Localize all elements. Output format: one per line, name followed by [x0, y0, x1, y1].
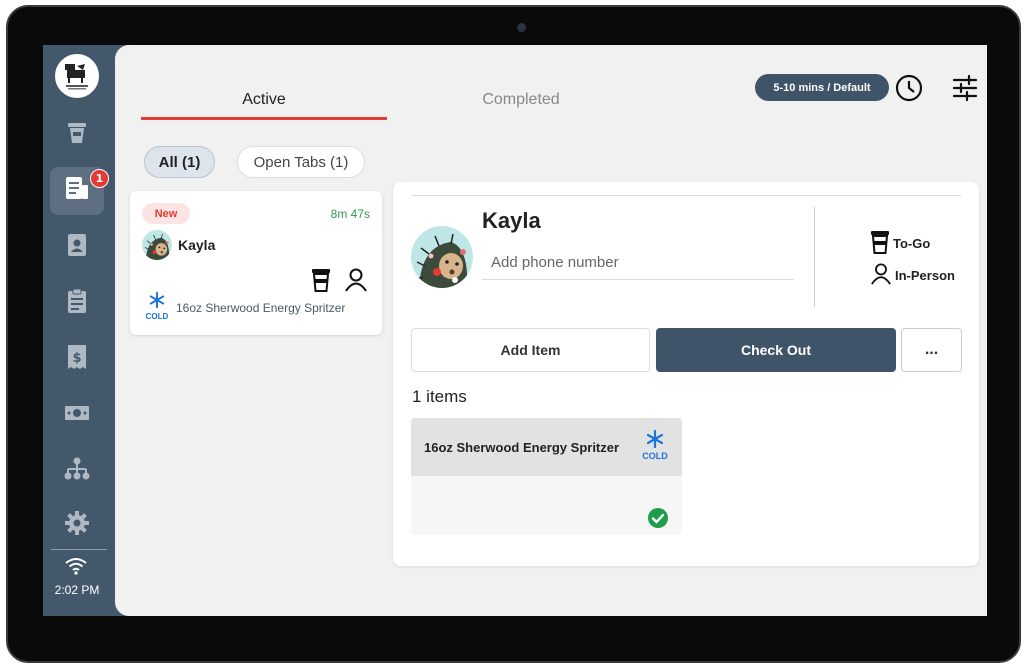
orders-badge: 1 — [90, 169, 109, 188]
sidebar-item-customers[interactable] — [50, 223, 104, 271]
order-item-text: 16oz Sherwood Energy Spritzer — [176, 301, 346, 315]
customer-avatar — [411, 226, 473, 288]
tab-completed[interactable]: Completed — [398, 91, 644, 109]
filter-all-chip[interactable]: All (1) — [144, 146, 215, 178]
to-go-label: To-Go — [893, 236, 931, 251]
sidebar-item-cash[interactable] — [50, 391, 104, 439]
sidebar: 1 $ 2:02 PM — [43, 45, 115, 616]
eta-pill[interactable]: 5-10 mins / Default — [755, 74, 889, 101]
store-logo[interactable] — [55, 54, 99, 98]
person-icon — [870, 262, 892, 289]
sidebar-divider — [51, 549, 107, 550]
screen: 1 $ 2:02 PM Active Completed 5-10 mins /… — [43, 45, 987, 616]
vertical-divider — [814, 207, 815, 307]
add-item-button[interactable]: Add Item — [411, 328, 650, 372]
item-name: 16oz Sherwood Energy Spritzer — [424, 440, 620, 455]
hierarchy-icon — [64, 457, 90, 485]
order-detail-panel: Kayla To-Go In-Person Add Item Check Out… — [393, 182, 979, 566]
snowflake-icon — [144, 291, 170, 312]
clock-icon[interactable] — [894, 73, 924, 107]
order-item-tile[interactable]: 16oz Sherwood Energy Spritzer COLD — [411, 418, 682, 535]
sliders-icon[interactable] — [952, 74, 978, 106]
camera-dot — [517, 23, 526, 32]
items-count: 1 items — [412, 387, 467, 406]
contact-card-icon — [67, 233, 87, 261]
elapsed-time: 8m 47s — [330, 207, 370, 221]
status-badge: New — [142, 203, 190, 224]
order-mode-to-go[interactable]: To-Go — [870, 230, 930, 257]
receipt-icon — [65, 176, 89, 206]
cash-icon — [64, 404, 90, 426]
divider — [411, 195, 961, 196]
customer-name-heading: Kayla — [482, 208, 541, 233]
sidebar-item-payments[interactable]: $ — [50, 335, 104, 383]
main-content: Active Completed 5-10 mins / Default All… — [115, 45, 987, 616]
sidebar-item-clipboard[interactable] — [50, 279, 104, 327]
tab-active[interactable]: Active — [141, 91, 387, 109]
cold-label: COLD — [642, 451, 668, 461]
check-out-button[interactable]: Check Out — [656, 328, 896, 372]
filter-open-tabs-chip[interactable]: Open Tabs (1) — [237, 146, 365, 178]
sidebar-item-settings[interactable] — [50, 501, 104, 549]
in-person-label: In-Person — [895, 268, 955, 283]
more-options-button[interactable]: ... — [901, 328, 962, 372]
cold-indicator: COLD — [144, 291, 170, 321]
sidebar-item-org[interactable] — [50, 447, 104, 495]
cold-label: COLD — [145, 312, 169, 321]
order-mode-in-person[interactable]: In-Person — [870, 262, 955, 289]
snowflake-icon — [640, 429, 670, 452]
active-tab-indicator — [141, 117, 387, 120]
to-go-cup-icon — [870, 230, 890, 257]
svg-text:$: $ — [72, 351, 81, 366]
dollar-receipt-icon: $ — [67, 344, 87, 374]
check-circle-icon — [648, 508, 668, 532]
sidebar-item-orders[interactable]: 1 — [50, 167, 109, 215]
clipboard-icon — [67, 288, 87, 318]
customer-name: Kayla — [178, 237, 216, 253]
cold-indicator: COLD — [640, 429, 670, 461]
wifi-icon — [65, 557, 87, 579]
avatar — [142, 230, 172, 260]
to-go-cup-icon — [311, 268, 331, 296]
sidebar-item-drinks[interactable] — [50, 111, 104, 159]
gear-icon — [65, 511, 89, 539]
person-icon — [344, 268, 368, 296]
system-time: 2:02 PM — [54, 583, 100, 597]
phone-number-input[interactable] — [482, 246, 794, 280]
cup-icon — [67, 121, 87, 149]
order-card[interactable]: New 8m 47s Kayla COLD 16oz Sherwood Ener… — [130, 191, 382, 335]
